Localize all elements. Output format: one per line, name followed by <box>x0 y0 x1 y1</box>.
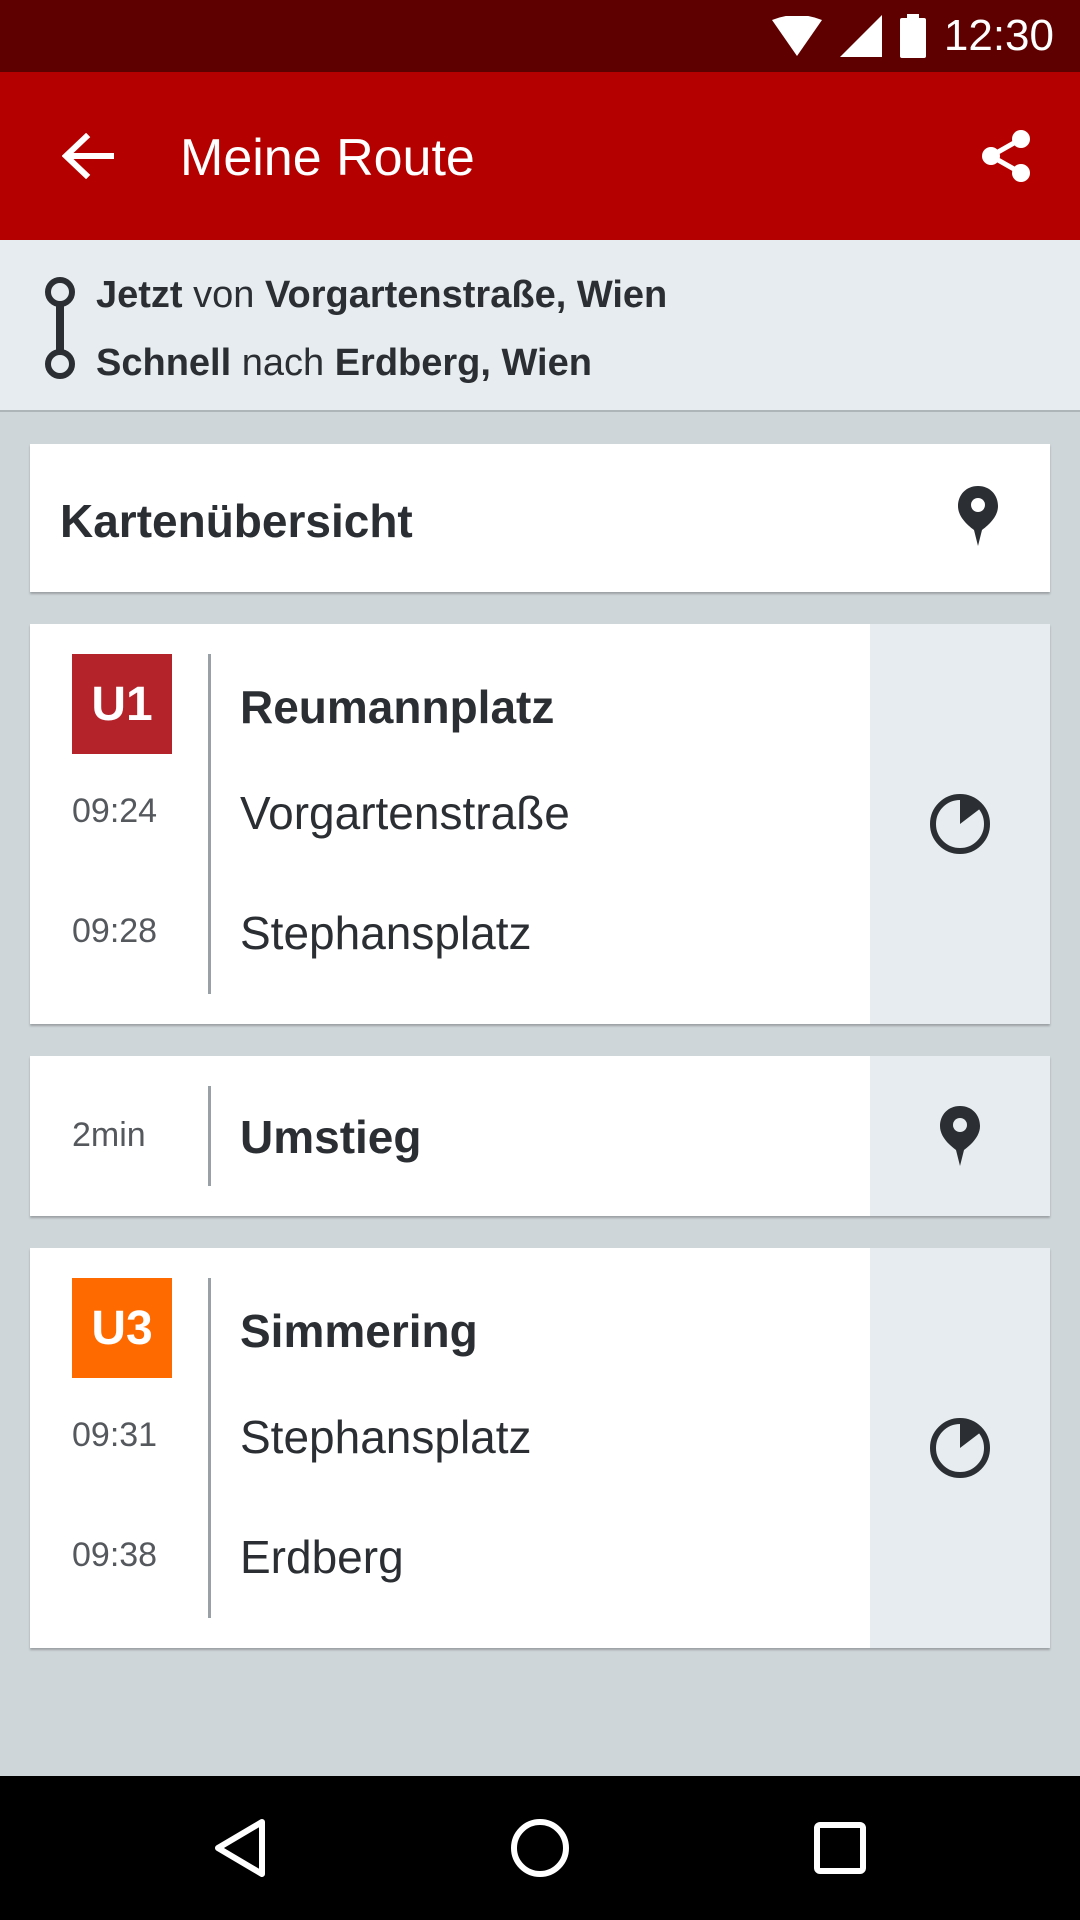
leg-divider <box>208 654 211 994</box>
status-time: 12:30 <box>943 11 1054 60</box>
map-pin-icon <box>940 1106 980 1166</box>
map-overview-card[interactable]: Kartenübersicht <box>30 444 1050 592</box>
route-destination: Schnell nach Erdberg, Wien <box>96 342 592 385</box>
transfer-label: Umstieg <box>240 1111 422 1163</box>
route-to-connector: nach <box>241 342 325 384</box>
leg-divider <box>208 1278 211 1618</box>
route-origin-place: Vorgartenstraße, Wien <box>264 274 668 316</box>
battery-icon <box>899 14 926 58</box>
transfer-card[interactable]: 2min Umstieg <box>30 1056 1050 1216</box>
share-button[interactable] <box>970 120 1042 192</box>
stop-time: 09:28 <box>72 912 158 950</box>
stop-time: 09:24 <box>72 792 158 830</box>
page-title: Meine Route <box>180 129 475 187</box>
signal-icon <box>839 15 882 57</box>
nav-recents-icon <box>814 1822 866 1874</box>
route-destination-place: Erdberg, Wien <box>334 342 592 384</box>
stop-name: Vorgartenstraße <box>240 787 570 839</box>
route-origin: Jetzt von Vorgartenstraße, Wien <box>96 274 667 317</box>
nav-home-button[interactable] <box>504 1812 576 1884</box>
nav-home-icon <box>511 1819 569 1877</box>
arrow-back-icon <box>62 133 114 179</box>
share-icon <box>982 130 1030 182</box>
route-icon <box>45 277 75 379</box>
transfer-divider <box>208 1086 211 1186</box>
stop-name: Stephansplatz <box>240 907 532 959</box>
leg-direction: Reumannplatz <box>240 681 555 733</box>
nav-back-icon <box>215 1819 265 1877</box>
departure-clock-icon <box>930 794 990 854</box>
navigation-bar <box>0 1776 1080 1920</box>
departures-button[interactable] <box>870 624 1050 1024</box>
line-badge: U1 <box>72 654 172 754</box>
leg-card-u1[interactable]: U1 Reumannplatz 09:24 Vorgartenstraße 09… <box>30 624 1050 1024</box>
wifi-icon <box>771 16 822 56</box>
leg-card-u3[interactable]: U3 Simmering 09:31 Stephansplatz 09:38 E… <box>30 1248 1050 1648</box>
stop-time: 09:31 <box>72 1416 158 1454</box>
status-bar: 12:30 <box>0 0 1080 72</box>
transfer-duration: 2min <box>72 1116 146 1154</box>
stop-name: Erdberg <box>240 1531 404 1583</box>
stop-name: Stephansplatz <box>240 1411 532 1463</box>
line-badge: U3 <box>72 1278 172 1378</box>
departures-button[interactable] <box>870 1248 1050 1648</box>
route-summary: Jetzt von Vorgartenstraße, Wien Schnell … <box>0 240 1080 412</box>
nav-back-button[interactable] <box>204 1812 276 1884</box>
leg-direction: Simmering <box>240 1305 478 1357</box>
map-overview-label: Kartenübersicht <box>60 495 413 547</box>
back-button[interactable] <box>52 120 124 192</box>
route-mode: Schnell <box>96 342 232 384</box>
nav-recents-button[interactable] <box>804 1812 876 1884</box>
departure-clock-icon <box>930 1418 990 1478</box>
map-pin-icon <box>958 486 998 546</box>
route-from-connector: von <box>193 274 255 316</box>
status-icons: 12:30 <box>771 0 1054 72</box>
route-when: Jetzt <box>96 274 183 316</box>
app-bar: Meine Route <box>0 72 1080 240</box>
transfer-map-button[interactable] <box>870 1056 1050 1216</box>
stop-time: 09:38 <box>72 1536 158 1574</box>
